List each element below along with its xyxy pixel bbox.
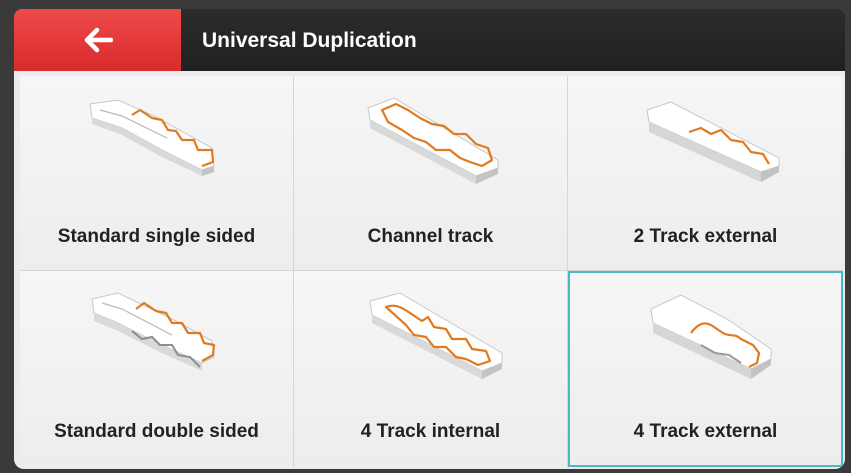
option-label: Standard single sided — [57, 226, 256, 247]
option-4-track-internal[interactable]: 4 Track internal — [294, 271, 568, 467]
option-label: Standard double sided — [54, 421, 259, 442]
option-standard-double-sided[interactable]: Standard double sided — [20, 271, 294, 467]
key-channel-track-icon — [366, 97, 498, 184]
back-button[interactable] — [14, 9, 181, 71]
key-2-track-external-icon — [645, 101, 779, 182]
key-4-track-internal-icon — [368, 292, 502, 379]
key-standard-double-sided-icon — [90, 292, 215, 371]
option-label: Channel track — [367, 226, 494, 247]
option-label: 2 Track external — [633, 226, 778, 247]
arrow-left-icon — [84, 27, 113, 53]
option-standard-single-sided[interactable]: Standard single sided — [20, 76, 294, 271]
option-channel-track[interactable]: Channel track — [294, 76, 568, 271]
option-label: 4 Track external — [633, 421, 778, 442]
key-standard-single-sided-icon — [88, 99, 215, 176]
option-4-track-external[interactable]: 4 Track external — [568, 271, 843, 467]
key-type-panel: Standard single sided Channel track 2 Tr… — [14, 71, 845, 469]
key-type-grid: Standard single sided Channel track 2 Tr… — [20, 76, 843, 467]
key-4-track-external-icon — [649, 294, 771, 379]
option-label: 4 Track internal — [360, 421, 501, 442]
header-bar: Universal Duplication — [14, 9, 845, 71]
option-2-track-external[interactable]: 2 Track external — [568, 76, 843, 271]
page-title: Universal Duplication — [202, 29, 417, 52]
